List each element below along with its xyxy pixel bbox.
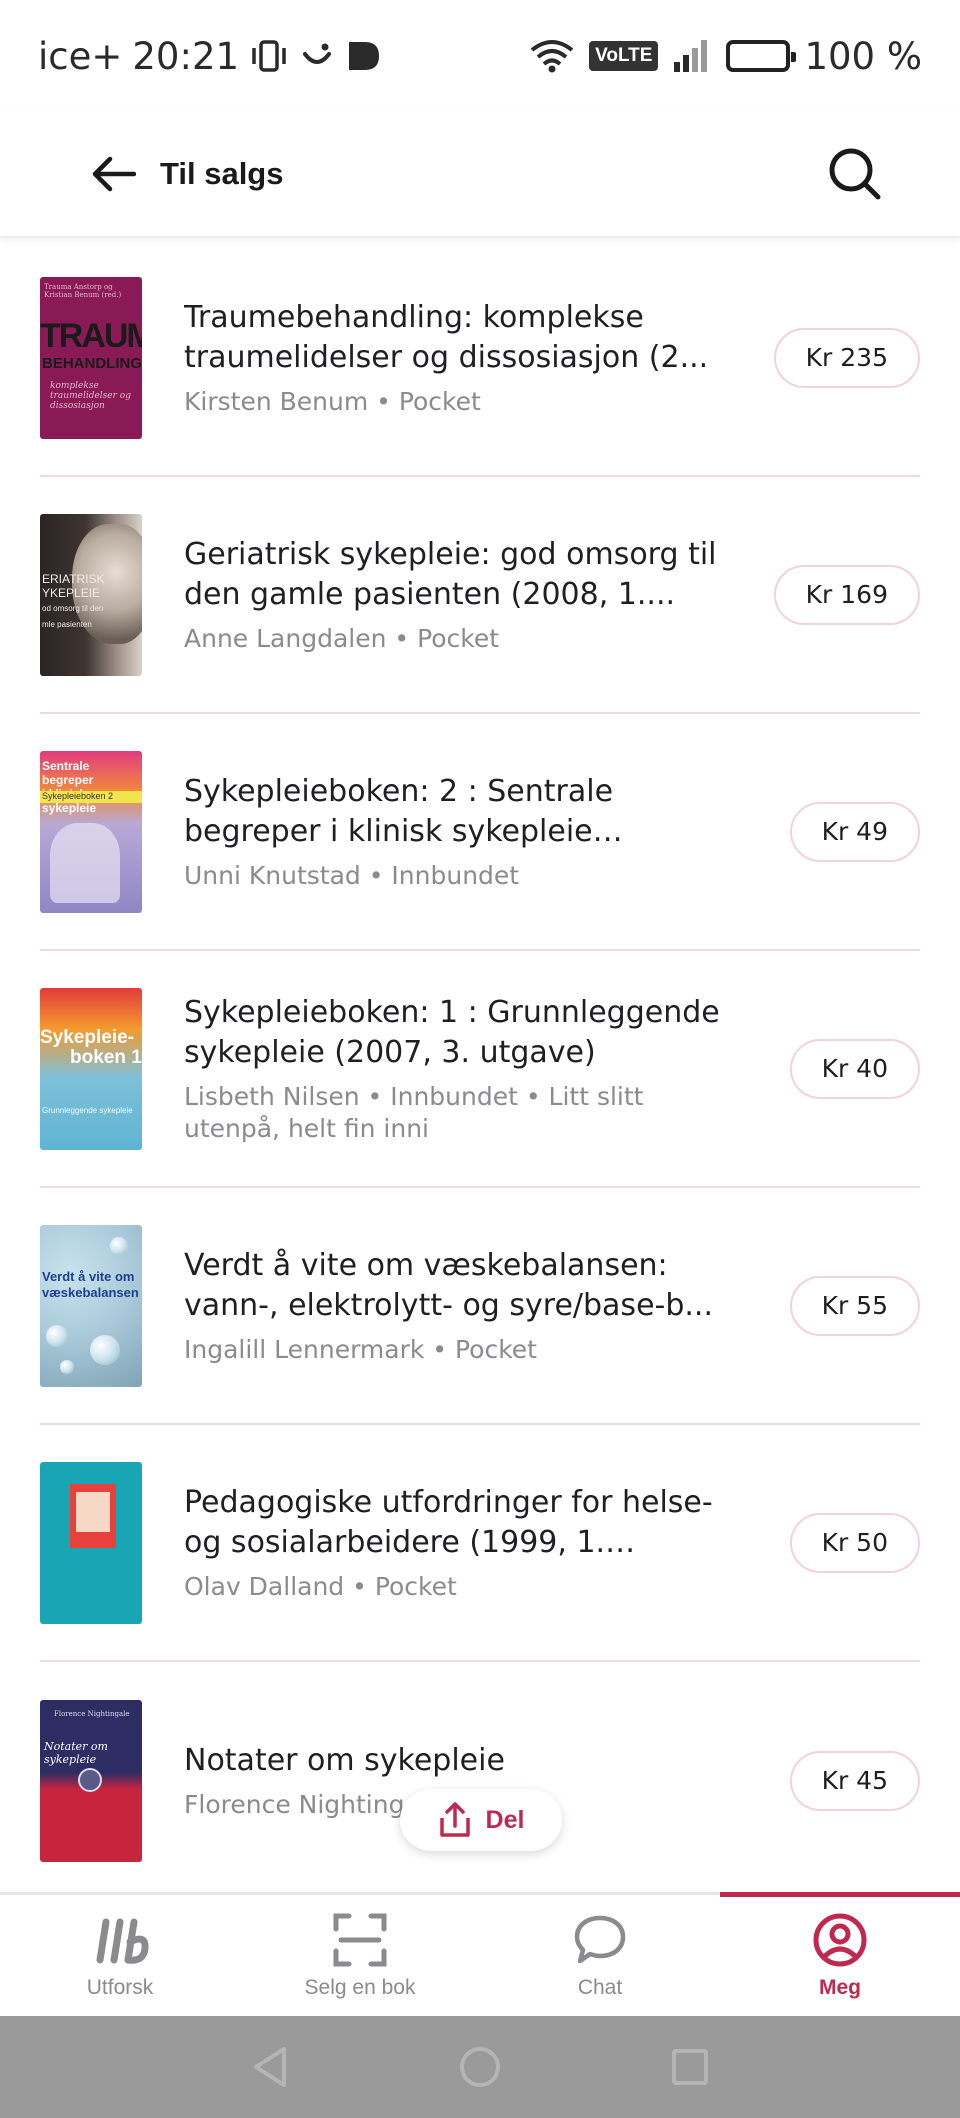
- vibrate-icon: [249, 38, 289, 74]
- lb-logo-icon: [90, 1912, 150, 1968]
- battery-icon: [726, 40, 797, 72]
- listing-title: Geriatrisk sykepleie: god omsorg til den…: [184, 536, 717, 612]
- listing-title: Verdt å vite om væskebalansen: vann-, el…: [184, 1247, 713, 1323]
- listing-meta: Unni Knutstad • Innbundet: [184, 860, 520, 890]
- carrier-label: ice+: [38, 34, 123, 78]
- listing-meta: Ingalill Lennermark • Pocket: [184, 1334, 537, 1364]
- listing-title: Traumebehandling: komplekse traumelidels…: [184, 299, 709, 375]
- system-home-button[interactable]: [450, 2037, 510, 2097]
- listing-meta: Lisbeth Nilsen • Innbundet • Litt slitt …: [184, 1081, 644, 1143]
- book-cover: Trauma Anstorp og Kristian Benum (red.) …: [40, 276, 142, 439]
- system-nav-bar: [0, 2016, 960, 2118]
- nav-selg-en-bok[interactable]: Selg en bok: [240, 1895, 480, 2016]
- nav-label: Meg: [819, 1975, 861, 1999]
- price-badge[interactable]: Kr 40: [789, 1038, 920, 1099]
- book-cover: Sentrale begreperi klinisk sykepleie Syk…: [40, 750, 142, 913]
- chat-bubble-icon: [573, 1912, 627, 1968]
- nav-chat[interactable]: Chat: [480, 1895, 720, 2016]
- listing-title: Sykepleieboken: 1 : Grunnleggende sykepl…: [184, 994, 720, 1070]
- clock: 20:21: [132, 34, 240, 78]
- app-notification-icon: [345, 38, 381, 74]
- listing-item[interactable]: Sykepleie-boken 1 Grunnleggende sykeplei…: [40, 951, 920, 1188]
- share-label: Del: [485, 1805, 525, 1834]
- wifi-icon: [529, 38, 575, 74]
- search-button[interactable]: [820, 139, 890, 209]
- price-badge[interactable]: Kr 169: [773, 564, 920, 625]
- nav-meg[interactable]: Meg: [720, 1892, 960, 2016]
- smile-notification-icon: [299, 38, 335, 74]
- user-circle-icon: [812, 1912, 868, 1968]
- listing-item[interactable]: Pedagogiske utfordringer for helse- og s…: [40, 1425, 920, 1662]
- listing-list: Trauma Anstorp og Kristian Benum (red.) …: [40, 240, 920, 1899]
- listing-title: Pedagogiske utfordringer for helse- og s…: [184, 1484, 713, 1560]
- nav-label: Utforsk: [86, 1975, 154, 1999]
- nav-label: Chat: [577, 1975, 623, 1999]
- listing-item[interactable]: Sentrale begreperi klinisk sykepleie Syk…: [40, 714, 920, 951]
- battery-percent: 100 %: [804, 34, 922, 78]
- listing-meta: Anne Langdalen • Pocket: [184, 623, 500, 653]
- circle-home-icon: [460, 2047, 500, 2087]
- nav-utforsk[interactable]: Utforsk: [0, 1895, 240, 2016]
- listing-item[interactable]: ERIATRISK YKEPLEIE od omsorg til den mle pa…: [40, 477, 920, 714]
- volte-badge: VoLTE: [589, 41, 659, 71]
- price-badge[interactable]: Kr 45: [789, 1750, 920, 1811]
- nav-label: Selg en bok: [304, 1975, 416, 1999]
- listing-item[interactable]: Florence Nightingale Notater om sykeplei…: [40, 1662, 920, 1899]
- book-cover: [40, 1461, 142, 1624]
- page-title: Til salgs: [160, 156, 284, 191]
- book-cover: Florence Nightingale Notater om sykeplei…: [40, 1699, 142, 1862]
- price-badge[interactable]: Kr 55: [789, 1275, 920, 1336]
- price-badge[interactable]: Kr 235: [773, 327, 920, 388]
- listing-title: Notater om sykepleie: [184, 1742, 505, 1778]
- listing-item[interactable]: Trauma Anstorp og Kristian Benum (red.) …: [40, 240, 920, 477]
- signal-icon: [672, 38, 712, 74]
- book-cover: Sykepleie-boken 1 Grunnleggende sykeplei…: [40, 987, 142, 1150]
- listing-meta: Kirsten Benum • Pocket: [184, 386, 481, 416]
- triangle-back-icon: [254, 2047, 286, 2087]
- search-icon: [829, 148, 881, 200]
- listing-meta: Olav Dalland • Pocket: [184, 1571, 457, 1601]
- price-badge[interactable]: Kr 50: [789, 1512, 920, 1573]
- price-badge[interactable]: Kr 49: [789, 801, 920, 862]
- app-header: Til salgs: [0, 112, 960, 238]
- listing-title: Sykepleieboken: 2 : Sentrale begreper i …: [184, 773, 614, 849]
- share-button[interactable]: Del: [400, 1789, 562, 1851]
- bottom-nav: Utforsk Selg en bok Chat Meg: [0, 1892, 960, 2016]
- back-button[interactable]: [78, 139, 148, 209]
- status-bar: ice+ 20:21 VoLTE 100 %: [0, 0, 960, 112]
- system-recents-button[interactable]: [660, 2037, 720, 2097]
- book-cover: ERIATRISK YKEPLEIE od omsorg til den mle pa…: [40, 513, 142, 676]
- book-cover: Verdt å vite om væskebalansen: [40, 1224, 142, 1387]
- scan-icon: [333, 1912, 387, 1968]
- arrow-left-icon: [92, 156, 136, 192]
- square-recents-icon: [672, 2049, 708, 2085]
- system-back-button[interactable]: [240, 2037, 300, 2097]
- share-icon: [439, 1802, 470, 1837]
- listing-item[interactable]: Verdt å vite om væskebalansen Verdt å vit…: [40, 1188, 920, 1425]
